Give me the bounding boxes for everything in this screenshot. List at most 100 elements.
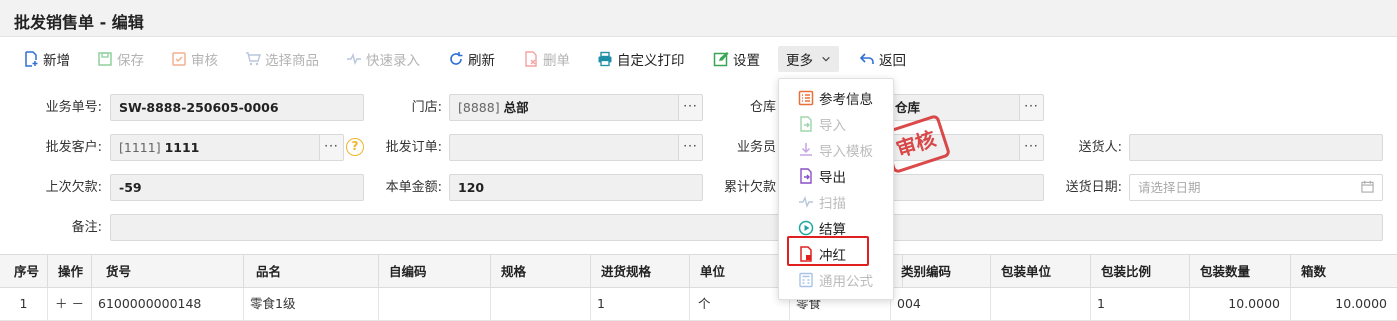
col-category-code: 类别编码 [891, 255, 991, 288]
menu-item-label: 结算 [819, 222, 846, 238]
customer-picker-button[interactable]: ··· [319, 135, 343, 160]
save-label: 保存 [117, 53, 144, 69]
order-no-field[interactable]: SW-8888-250605-0006 [110, 94, 364, 121]
settings-button[interactable]: 设置 [712, 48, 760, 70]
printer-icon [596, 51, 613, 68]
save-icon [96, 51, 113, 68]
order-no-label: 业务单号: [45, 100, 102, 115]
delete-document-icon [522, 51, 539, 68]
add-button[interactable]: 新增 [22, 48, 70, 70]
menu-item-export[interactable]: 导出 [779, 163, 895, 189]
col-boxes: 箱数 [1301, 264, 1327, 279]
col-pack-ratio: 包装比例 [1091, 255, 1190, 288]
row-add-remove-buttons[interactable]: ＋ － [48, 288, 92, 320]
deliverer-label: 送货人: [1078, 140, 1122, 155]
cell-self-code[interactable] [379, 288, 491, 320]
more-dropdown-menu: 参考信息 导入 导入模板 导出 扫描 结算 冲红 通用公式 [778, 78, 894, 300]
cell-pack-unit[interactable] [991, 288, 1091, 320]
total-debt-label: 累计欠款 [723, 180, 776, 195]
store-picker-button[interactable]: ··· [678, 95, 702, 120]
audit-check-icon [170, 51, 187, 68]
select-goods-label: 选择商品 [265, 53, 319, 69]
salesman-picker-button[interactable]: ··· [1019, 135, 1043, 160]
more-dropdown-button[interactable]: 更多 [778, 46, 839, 72]
back-button[interactable]: 返回 [858, 48, 906, 70]
settle-icon [797, 219, 815, 237]
menu-item-label: 扫描 [819, 196, 846, 212]
cell-boxes[interactable]: 10.0000 [1291, 288, 1397, 320]
more-label: 更多 [786, 53, 813, 69]
cell-category-code[interactable]: 004 [891, 288, 991, 320]
audit-button[interactable]: 审核 [170, 48, 218, 70]
menu-item-label: 导出 [819, 170, 846, 186]
cell-sku[interactable]: 6100000000148 [92, 288, 244, 320]
menu-item-scan[interactable]: 扫描 [779, 189, 895, 215]
col-name: 品名 [244, 255, 379, 288]
help-question-icon[interactable]: ? [346, 138, 364, 156]
toolbar: 新增 保存 审核 选择商品 快速录入 刷新 删单 自定义打印 设置 更多 返回 [0, 38, 1397, 78]
menu-item-label: 导入 [819, 118, 846, 134]
calendar-icon[interactable] [1361, 180, 1374, 193]
highlight-box [787, 236, 869, 266]
table-row[interactable]: 1 ＋ － 6100000000148 零食1级 1 个 零食 004 1 10… [0, 288, 1397, 321]
amount-value: 120 [458, 180, 485, 195]
remark-field[interactable] [110, 214, 1383, 241]
customer-label: 批发客户: [45, 140, 102, 155]
menu-item-label: 导入模板 [819, 144, 873, 160]
refresh-label: 刷新 [468, 53, 495, 69]
menu-item-general-formula[interactable]: 通用公式 [779, 267, 895, 293]
cell-spec[interactable] [491, 288, 591, 320]
amount-field: 120 [449, 174, 703, 201]
custom-print-label: 自定义打印 [617, 53, 685, 69]
store-name: 总部 [503, 100, 529, 115]
delivery-date-input[interactable]: 请选择日期 [1129, 174, 1383, 201]
save-button[interactable]: 保存 [96, 48, 144, 70]
delivery-date-placeholder: 请选择日期 [1138, 180, 1201, 195]
info-list-icon [797, 89, 815, 107]
cell-seq: 1 [0, 288, 48, 320]
delete-order-button[interactable]: 删单 [522, 48, 570, 70]
col-self-code: 自编码 [379, 255, 491, 288]
download-template-icon [797, 141, 815, 159]
menu-item-reference-info[interactable]: 参考信息 [779, 85, 895, 111]
cell-name[interactable]: 零食1级 [244, 288, 379, 320]
cell-unit[interactable]: 个 [690, 288, 790, 320]
delete-label: 删单 [543, 53, 570, 69]
col-pack-qty: 包装数量 [1190, 255, 1291, 288]
cell-pack-qty[interactable]: 10.0000 [1190, 288, 1291, 320]
cell-purchase-spec[interactable]: 1 [591, 288, 690, 320]
customer-code: [1111] [119, 140, 161, 155]
menu-item-import[interactable]: 导入 [779, 111, 895, 137]
refresh-button[interactable]: 刷新 [447, 48, 495, 70]
menu-item-label: 通用公式 [819, 274, 873, 290]
remark-label: 备注: [71, 220, 102, 235]
back-label: 返回 [879, 53, 906, 69]
col-ops: 操作 [48, 255, 92, 288]
quick-entry-button[interactable]: 快速录入 [345, 48, 420, 70]
warehouse-field[interactable]: 仓库 ··· [880, 94, 1044, 121]
cell-pack-ratio[interactable]: 1 [1091, 288, 1190, 320]
audit-label: 审核 [191, 53, 218, 69]
col-sku: 货号 [92, 255, 244, 288]
warehouse-picker-button[interactable]: ··· [1019, 95, 1043, 120]
custom-print-button[interactable]: 自定义打印 [596, 48, 685, 70]
warehouse-label: 仓库 [749, 100, 776, 115]
goods-table: 序号 操作 货号 品名 自编码 规格 进货规格 单位 类别编码 包装单位 包装比… [0, 254, 1397, 321]
menu-item-import-template[interactable]: 导入模板 [779, 137, 895, 163]
warehouse-name: 仓库 [895, 100, 921, 115]
add-label: 新增 [43, 53, 70, 69]
store-field[interactable]: [8888] 总部 ··· [449, 94, 703, 121]
edit-settings-icon [712, 51, 729, 68]
store-code: [8888] [458, 100, 500, 115]
col-spec: 规格 [491, 255, 591, 288]
settings-label: 设置 [733, 53, 760, 69]
select-goods-button[interactable]: 选择商品 [244, 48, 319, 70]
deliverer-field[interactable] [1129, 134, 1383, 161]
page-title: 批发销售单 - 编辑 [14, 13, 144, 32]
table-header: 序号 操作 货号 品名 自编码 规格 进货规格 单位 类别编码 包装单位 包装比… [0, 254, 1397, 288]
customer-field[interactable]: [1111] 1111 ··· [110, 134, 344, 161]
wholesale-order-field[interactable]: ··· [449, 134, 703, 161]
wholesale-order-picker-button[interactable]: ··· [678, 135, 702, 160]
back-arrow-icon [858, 51, 875, 68]
col-pack-unit: 包装单位 [991, 255, 1091, 288]
